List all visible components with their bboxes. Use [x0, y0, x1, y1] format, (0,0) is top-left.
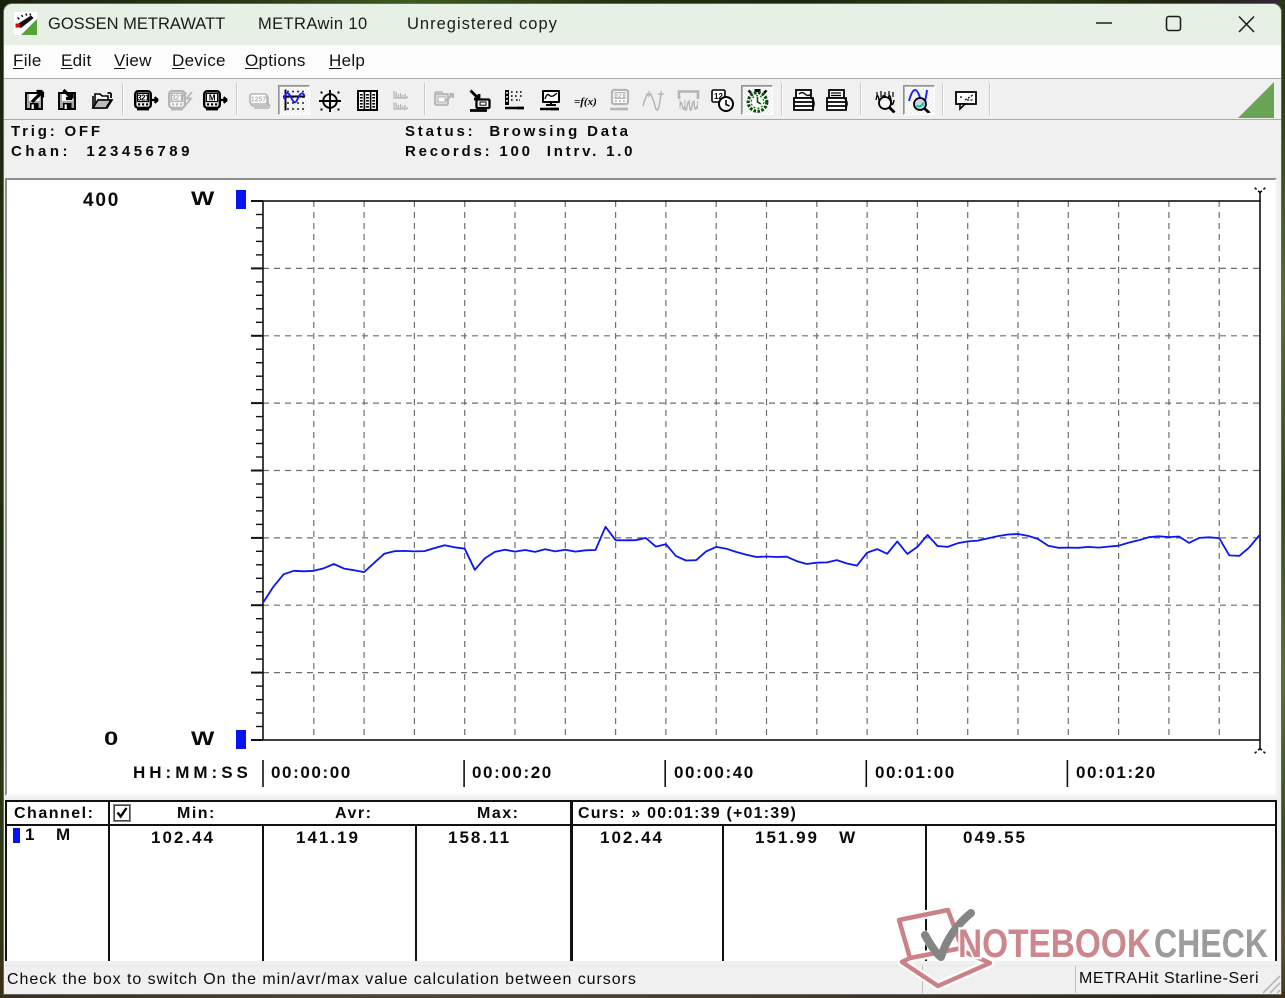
svg-text:321: 321 [137, 93, 150, 102]
svg-text:=f(x): =f(x) [574, 96, 597, 108]
svg-text:1257: 1257 [250, 96, 266, 103]
svg-text:NOTEBOOK: NOTEBOOK [958, 922, 1151, 966]
svg-text:CHECK: CHECK [1154, 922, 1268, 966]
svg-text:321: 321 [171, 93, 184, 102]
svg-text:321: 321 [614, 93, 625, 100]
svg-text:M: M [208, 93, 215, 102]
